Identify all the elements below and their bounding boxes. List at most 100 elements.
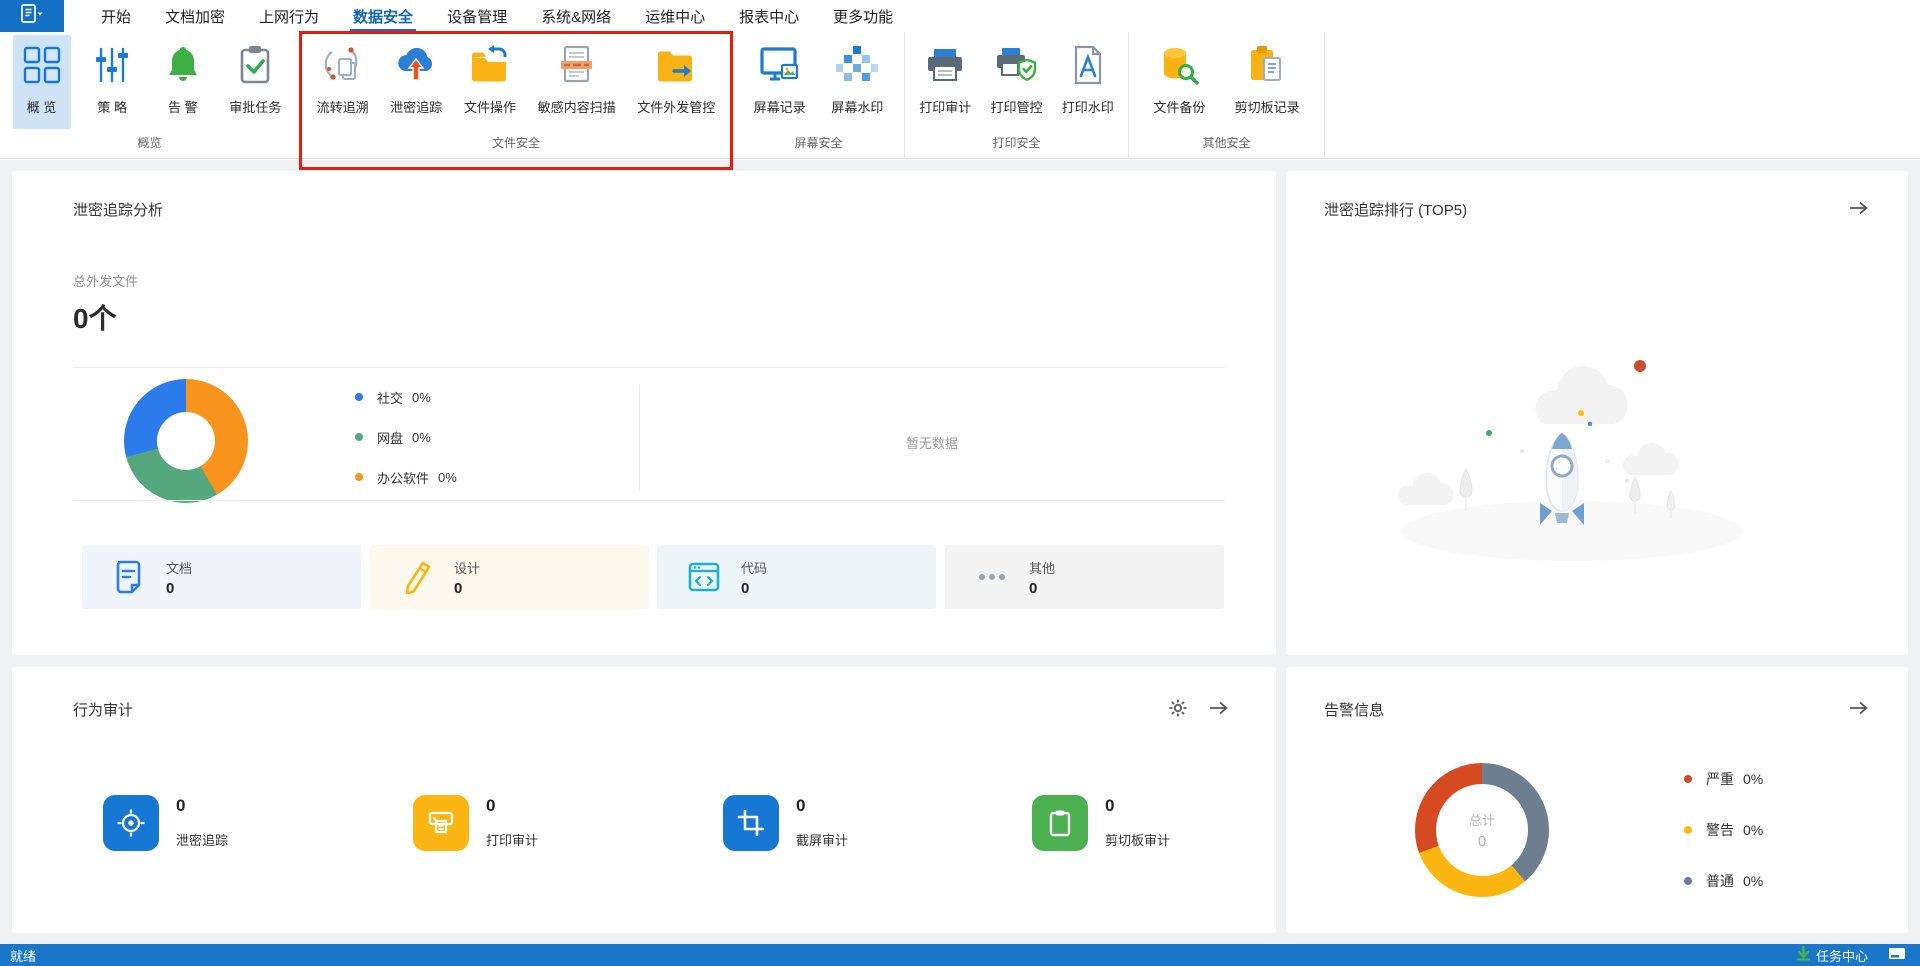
page-letter-a-icon	[1064, 39, 1112, 91]
clipboard-doc-icon	[1243, 39, 1291, 91]
tab-web-behavior[interactable]: 上网行为	[242, 0, 336, 32]
legend-dot	[355, 473, 363, 481]
ribbon-group-label: 屏幕安全	[794, 136, 843, 150]
ribbon-group-overview: 概 览 策 略 告 警 审批任务 概览	[0, 32, 300, 158]
task-monitor-icon[interactable]	[1888, 947, 1906, 964]
stat-box-design[interactable]: 设计 0	[370, 545, 649, 609]
alert-donut-center: 总计 0	[1436, 784, 1528, 876]
document-note-icon	[112, 559, 146, 595]
app-menu-button[interactable]	[0, 0, 64, 32]
open-alerts-arrow-button[interactable]	[1846, 695, 1872, 721]
main-tabs: 开始 文档加密 上网行为 数据安全 设备管理 系统&网络 运维中心 报表中心 更…	[84, 0, 910, 32]
ribbon-overview-button[interactable]: 概 览	[12, 35, 71, 129]
total-outgoing-value: 0个	[73, 303, 117, 334]
overview-grid-icon	[18, 39, 66, 91]
sliders-icon	[88, 39, 136, 91]
ribbon-print-audit-button[interactable]: 打印审计	[914, 35, 976, 129]
ellipsis-icon	[975, 559, 1009, 595]
tab-ops-center[interactable]: 运维中心	[628, 0, 722, 32]
stat-box-documents[interactable]: 文档 0	[82, 545, 361, 609]
ribbon-group-other-security: 文件备份 剪切板记录 其他安全	[1129, 32, 1325, 158]
task-center-button[interactable]: 任务中心	[1796, 944, 1920, 965]
tab-data-security[interactable]: 数据安全	[336, 0, 430, 32]
ribbon-screen-watermark-button[interactable]: 屏幕水印	[826, 35, 888, 129]
card-leak-trace-analysis: 泄密追踪分析 总外发文件 0个 社交 0% 网盘 0% 办公软件 0% 暂无数据	[12, 171, 1276, 655]
ribbon-group-label: 其他安全	[1202, 136, 1251, 150]
ribbon-policy-button[interactable]: 策 略	[83, 35, 141, 129]
pencil-icon	[400, 559, 434, 595]
bell-icon	[159, 39, 207, 91]
ribbon-print-watermark-button[interactable]: 打印水印	[1057, 35, 1119, 129]
ribbon-screen-record-button[interactable]: 屏幕记录	[749, 35, 811, 129]
ribbon-print-control-button[interactable]: 打印管控	[985, 35, 1047, 129]
legend-item: 警告 0%	[1684, 820, 1763, 840]
tab-doc-encryption[interactable]: 文档加密	[148, 0, 242, 32]
ribbon-file-outgoing-button[interactable]: 文件外发管控	[632, 35, 720, 129]
ribbon-group-label: 文件安全	[491, 136, 540, 150]
ribbon-sensitive-scan-button[interactable]: 敏感内容扫描	[533, 35, 621, 129]
dashboard-content: 泄密追踪分析 总外发文件 0个 社交 0% 网盘 0% 办公软件 0% 暂无数据	[0, 160, 1920, 944]
audit-item-clipboard[interactable]: 0 剪切板审计	[1032, 795, 1170, 851]
audit-item-print[interactable]: 0 打印审计	[413, 795, 538, 851]
legend-dot	[1684, 775, 1692, 783]
ribbon-flow-trace-button[interactable]: 流转追溯	[312, 35, 374, 129]
audit-item-leak-trace[interactable]: 0 泄密追踪	[103, 795, 228, 851]
tab-start[interactable]: 开始	[84, 0, 148, 32]
ribbon-group-screen-security: 屏幕记录 屏幕水印 屏幕安全	[733, 32, 905, 158]
clipboard-check-icon	[231, 39, 279, 91]
divider	[73, 500, 1225, 501]
card-title: 行为审计	[73, 702, 134, 719]
card-title: 告警信息	[1324, 702, 1385, 719]
legend-item: 办公软件 0%	[355, 467, 457, 487]
database-search-icon	[1155, 39, 1203, 91]
tab-report-center[interactable]: 报表中心	[722, 0, 816, 32]
card-behavior-audit: 行为审计 0 泄密追踪 0 打印审计 0 截屏审计 0 剪切板审计	[12, 667, 1276, 933]
ribbon-file-ops-button[interactable]: 文件操作	[459, 35, 521, 129]
folder-undo-icon	[466, 39, 514, 91]
stat-box-code[interactable]: 代码 0	[657, 545, 936, 609]
flow-trace-icon	[319, 39, 367, 91]
print-receipt-icon	[413, 795, 469, 851]
stat-box-other[interactable]: 其他 0	[945, 545, 1224, 609]
status-bar: 就绪 任务中心	[0, 944, 1920, 966]
ribbon-approval-button[interactable]: 审批任务	[224, 35, 286, 129]
legend-item: 严重 0%	[1684, 769, 1763, 789]
card-title: 泄密追踪排行 (TOP5)	[1324, 202, 1468, 219]
folder-arrow-right-icon	[652, 39, 700, 91]
ribbon-alert-button[interactable]: 告 警	[154, 35, 212, 129]
audit-item-screenshot[interactable]: 0 截屏审计	[723, 795, 848, 851]
mosaic-watermark-icon	[833, 39, 881, 91]
target-scope-icon	[103, 795, 159, 851]
card-alert-info: 告警信息 总计 0 严重 0% 警告 0% 普通 0%	[1286, 667, 1908, 933]
ribbon-toolbar: 概 览 策 略 告 警 审批任务 概览 流转追溯 泄密追踪 文件操作 敏感内容扫…	[0, 32, 1920, 159]
card-leak-trace-ranking: 泄密追踪排行 (TOP5)	[1286, 171, 1908, 655]
ribbon-file-backup-button[interactable]: 文件备份	[1148, 35, 1210, 129]
code-window-icon	[687, 559, 721, 595]
settings-gear-button[interactable]	[1165, 695, 1191, 721]
legend-item: 普通 0%	[1684, 871, 1763, 891]
ribbon-group-label: 打印安全	[992, 136, 1041, 150]
ribbon-group-print-security: 打印审计 打印管控 打印水印 打印安全	[905, 32, 1129, 158]
card-title: 泄密追踪分析	[73, 202, 164, 219]
cloud-upload-icon	[392, 39, 440, 91]
ribbon-clipboard-record-button[interactable]: 剪切板记录	[1230, 35, 1305, 129]
legend-dot	[355, 393, 363, 401]
total-outgoing-label: 总外发文件	[73, 274, 139, 289]
ribbon-group-label: 概览	[137, 136, 162, 150]
tab-device-mgmt[interactable]: 设备管理	[430, 0, 524, 32]
divider	[73, 367, 1225, 368]
menu-bar: 开始 文档加密 上网行为 数据安全 设备管理 系统&网络 运维中心 报表中心 更…	[0, 0, 1920, 32]
legend-item: 网盘 0%	[355, 427, 457, 447]
trace-donut-legend: 社交 0% 网盘 0% 办公软件 0%	[355, 387, 457, 507]
app-menu-icon	[19, 3, 45, 30]
legend-dot	[1684, 826, 1692, 834]
tab-more-functions[interactable]: 更多功能	[816, 0, 910, 32]
open-behavior-audit-arrow-button[interactable]	[1206, 695, 1232, 721]
tab-system-network[interactable]: 系统&网络	[524, 0, 628, 32]
monitor-record-icon	[756, 39, 804, 91]
ribbon-leak-trace-button[interactable]: 泄密追踪	[385, 35, 447, 129]
empty-state-illustration	[1382, 321, 1782, 576]
open-ranking-arrow-button[interactable]	[1846, 195, 1872, 221]
status-text: 就绪	[10, 948, 37, 964]
legend-item: 社交 0%	[355, 387, 457, 407]
